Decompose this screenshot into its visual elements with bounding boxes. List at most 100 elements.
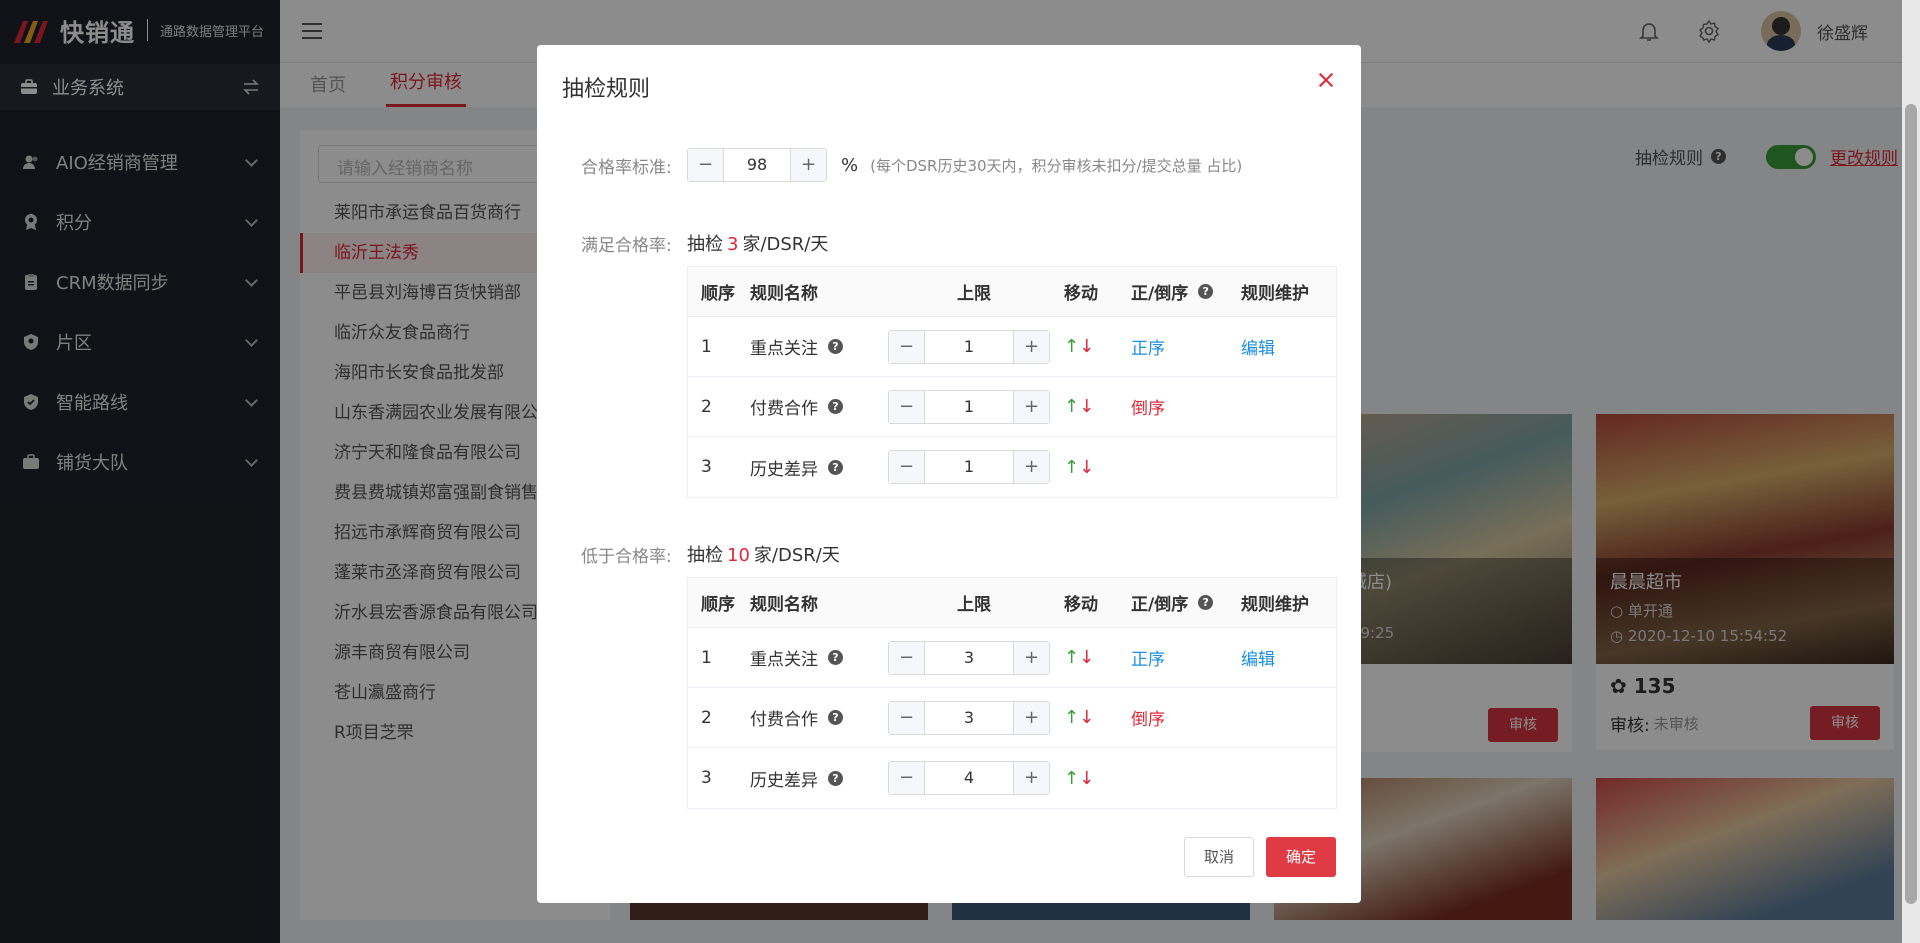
decrement-button[interactable]: − [889, 762, 925, 794]
col-name: 规则名称 [750, 595, 818, 615]
col-sort: 正/倒序? [1126, 279, 1236, 304]
move-controls: ↑↓ [1054, 647, 1126, 668]
increment-button[interactable]: + [1013, 701, 1049, 734]
limit-input[interactable]: 1 [925, 451, 1013, 483]
row-order: 3 [701, 768, 712, 788]
limit-stepper: −1 + [888, 389, 1050, 424]
arrow-down-icon[interactable]: ↓ [1079, 768, 1094, 789]
meet-sample-count: 抽检 3 家/DSR/天 [687, 234, 829, 255]
row-order: 1 [701, 647, 712, 668]
limit-stepper: −1 + [888, 450, 1050, 484]
decrement-button[interactable]: − [889, 330, 925, 363]
rule-name: 重点关注? [750, 334, 888, 359]
arrow-up-icon[interactable]: ↑ [1064, 336, 1079, 357]
col-limit: 上限 [957, 284, 991, 304]
decrement-button[interactable]: − [688, 149, 724, 181]
col-sort: 正/倒序? [1126, 590, 1236, 615]
col-move: 移动 [1064, 595, 1098, 615]
arrow-down-icon[interactable]: ↓ [1079, 647, 1094, 668]
limit-input[interactable]: 1 [925, 391, 1013, 423]
col-maintain: 规则维护 [1241, 284, 1309, 304]
col-move: 移动 [1064, 284, 1098, 304]
increment-button[interactable]: + [1013, 641, 1049, 674]
edit-link[interactable]: 编辑 [1236, 334, 1336, 359]
limit-stepper: −4 + [888, 761, 1050, 795]
below-label: 低于合格率: [581, 547, 672, 567]
increment-button[interactable]: + [790, 149, 826, 181]
col-order: 顺序 [701, 284, 735, 304]
meet-label: 满足合格率: [581, 236, 672, 256]
below-sample-count: 抽检 10 家/DSR/天 [687, 545, 840, 566]
decrement-button[interactable]: − [889, 390, 925, 423]
move-controls: ↑↓ [1054, 768, 1126, 789]
limit-stepper: −3 + [888, 640, 1050, 675]
limit-input[interactable]: 3 [925, 642, 1013, 674]
decrement-button[interactable]: − [889, 451, 925, 483]
table-header: 顺序 规则名称 上限 移动 正/倒序? 规则维护 [688, 578, 1336, 628]
standard-row: − 98 + % (每个DSR历史30天内，积分审核未扣分/提交总量 占比) [687, 148, 1242, 182]
decrement-button[interactable]: − [889, 701, 925, 734]
limit-input[interactable]: 4 [925, 762, 1013, 794]
help-icon[interactable]: ? [828, 399, 843, 414]
sort-order-toggle[interactable]: 倒序 [1126, 394, 1236, 419]
sort-order-toggle[interactable]: 正序 [1126, 645, 1236, 670]
rule-name: 历史差异? [750, 766, 888, 791]
arrow-down-icon[interactable]: ↓ [1079, 707, 1094, 728]
confirm-button[interactable]: 确定 [1266, 837, 1336, 877]
limit-stepper: −1 + [888, 329, 1050, 364]
arrow-up-icon[interactable]: ↑ [1064, 457, 1079, 478]
sort-order-toggle[interactable]: 正序 [1126, 334, 1236, 359]
limit-input[interactable]: 1 [925, 331, 1013, 363]
arrow-up-icon[interactable]: ↑ [1064, 647, 1079, 668]
move-controls: ↑↓ [1054, 336, 1126, 357]
limit-input[interactable]: 3 [925, 702, 1013, 734]
scroll-thumb[interactable] [1905, 104, 1917, 904]
help-icon[interactable]: ? [828, 650, 843, 665]
col-order: 顺序 [701, 595, 735, 615]
arrow-up-icon[interactable]: ↑ [1064, 768, 1079, 789]
arrow-up-icon[interactable]: ↑ [1064, 396, 1079, 417]
row-order: 2 [701, 396, 712, 417]
col-maintain: 规则维护 [1241, 595, 1309, 615]
modal-title: 抽检规则 [562, 77, 651, 102]
arrow-down-icon[interactable]: ↓ [1079, 457, 1094, 478]
table-header: 顺序 规则名称 上限 移动 正/倒序? 规则维护 [688, 267, 1336, 317]
limit-stepper: −3 + [888, 700, 1050, 735]
arrow-down-icon[interactable]: ↓ [1079, 396, 1094, 417]
pass-rate-stepper: − 98 + [687, 148, 827, 182]
move-controls: ↑↓ [1054, 707, 1126, 728]
rule-name: 历史差异? [750, 455, 888, 480]
page-scrollbar[interactable] [1902, 0, 1920, 943]
close-icon[interactable] [1317, 71, 1335, 89]
arrow-down-icon[interactable]: ↓ [1079, 336, 1094, 357]
percent-unit: % [841, 154, 859, 176]
edit-link[interactable]: 编辑 [1236, 645, 1336, 670]
sampling-rule-modal: 抽检规则 合格率标准: − 98 + % (每个DSR历史30天内，积分审核未扣… [537, 45, 1361, 903]
pass-rate-input[interactable]: 98 [724, 149, 790, 181]
help-icon[interactable]: ? [1198, 595, 1214, 610]
help-icon[interactable]: ? [828, 339, 843, 354]
move-controls: ↑↓ [1054, 396, 1126, 417]
help-icon[interactable]: ? [828, 770, 843, 786]
arrow-up-icon[interactable]: ↑ [1064, 707, 1079, 728]
help-icon[interactable]: ? [1198, 284, 1214, 299]
row-order: 3 [701, 457, 712, 477]
help-icon[interactable]: ? [828, 710, 843, 725]
col-limit: 上限 [957, 595, 991, 615]
table-row: 1 重点关注? −1 + ↑↓ 正序 编辑 [688, 317, 1336, 377]
decrement-button[interactable]: − [889, 641, 925, 674]
move-controls: ↑↓ [1054, 457, 1126, 478]
sort-order-toggle[interactable]: 倒序 [1126, 705, 1236, 730]
cancel-button[interactable]: 取消 [1184, 837, 1254, 877]
increment-button[interactable]: + [1013, 330, 1049, 363]
help-icon[interactable]: ? [828, 459, 843, 475]
increment-button[interactable]: + [1013, 451, 1049, 483]
row-order: 1 [701, 336, 712, 357]
standard-label: 合格率标准: [581, 158, 672, 178]
col-name: 规则名称 [750, 284, 818, 304]
rule-name: 重点关注? [750, 645, 888, 670]
rule-name: 付费合作? [750, 705, 888, 730]
increment-button[interactable]: + [1013, 762, 1049, 794]
below-rule-table: 顺序 规则名称 上限 移动 正/倒序? 规则维护 1 重点关注? −3 + ↑↓ 正序 编辑 2 付费合作?… [687, 577, 1337, 809]
increment-button[interactable]: + [1013, 390, 1049, 423]
